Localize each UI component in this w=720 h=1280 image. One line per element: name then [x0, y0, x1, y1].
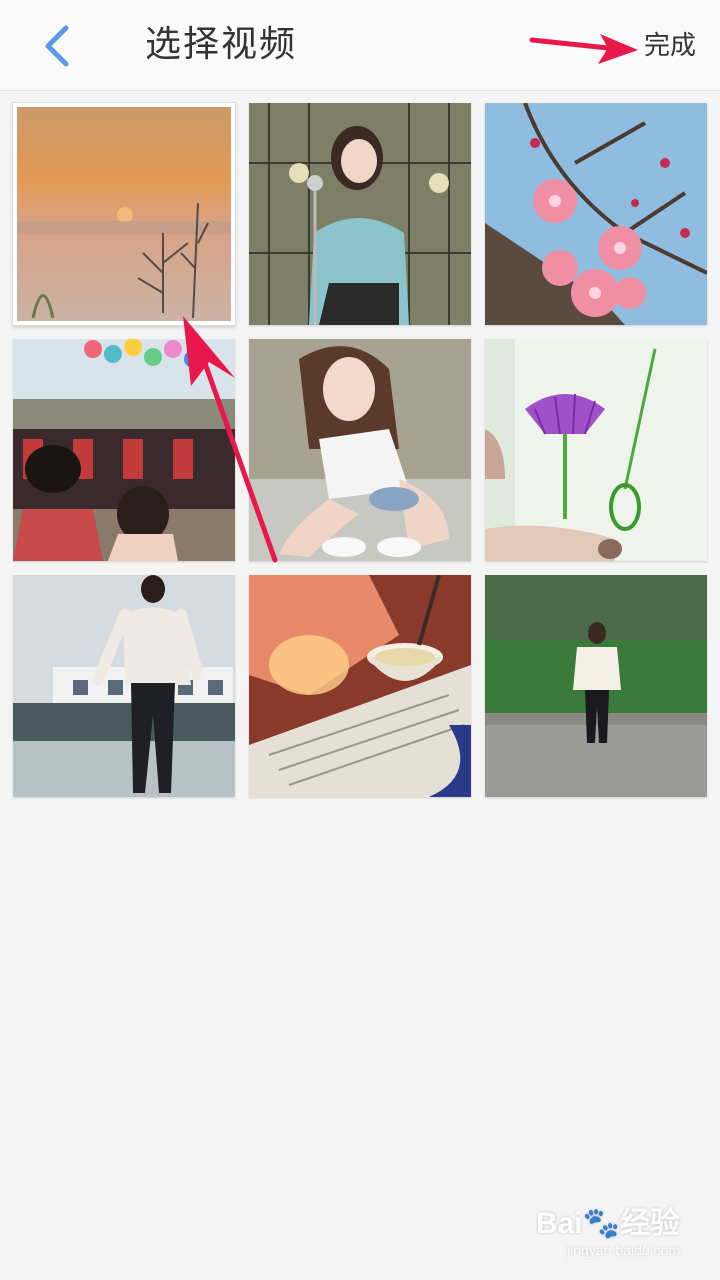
purple-flower-image — [485, 339, 707, 561]
video-thumbnail[interactable] — [13, 575, 235, 797]
video-thumbnail[interactable] — [485, 575, 707, 797]
video-thumbnail[interactable] — [13, 339, 235, 561]
sunset-trees-image — [13, 103, 235, 325]
video-thumbnail[interactable] — [13, 103, 235, 325]
video-thumbnail[interactable] — [249, 103, 471, 325]
watermark-url: jingyan.baidu.com — [567, 1242, 680, 1258]
video-thumbnail[interactable] — [249, 339, 471, 561]
woman-rooftop-image — [13, 575, 235, 797]
chevron-left-icon — [45, 25, 69, 67]
cooking-bowl-image — [249, 575, 471, 797]
top-bar: 选择视频 完成 — [0, 0, 720, 91]
back-button[interactable] — [30, 18, 86, 74]
festival-crowd-image — [13, 339, 235, 561]
video-thumbnail[interactable] — [249, 575, 471, 797]
girl-sitting-image — [249, 339, 471, 561]
page-title: 选择视频 — [145, 24, 298, 65]
plum-blossoms-image — [485, 103, 707, 325]
done-button[interactable]: 完成 — [644, 28, 696, 64]
girl-singing-image — [249, 103, 471, 325]
watermark-logo: Bai🐾经验 — [535, 1207, 680, 1240]
watermark: Bai🐾经验 jingyan.baidu.com — [536, 1198, 680, 1258]
video-thumbnail[interactable] — [485, 103, 707, 325]
video-thumbnail[interactable] — [485, 339, 707, 561]
woman-hedge-image — [485, 575, 707, 797]
